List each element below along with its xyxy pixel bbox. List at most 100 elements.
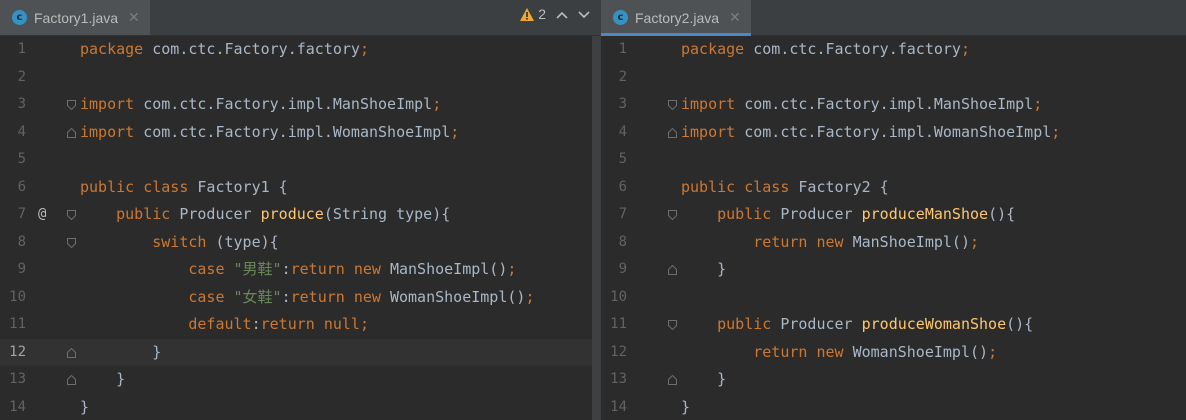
line-number[interactable]: 1: [0, 36, 26, 64]
chevron-up-icon[interactable]: [556, 6, 568, 22]
editor-tab-bar: c Factory2.java ✕: [601, 0, 1186, 36]
code-line[interactable]: 12 return new WomanShoeImpl();: [601, 339, 1186, 367]
line-number[interactable]: 7: [601, 201, 627, 229]
code-token: (){: [988, 205, 1016, 223]
line-number[interactable]: 2: [601, 64, 627, 92]
line-number[interactable]: 6: [601, 174, 627, 202]
fold-close-icon[interactable]: [67, 127, 76, 138]
line-number[interactable]: 3: [601, 91, 627, 119]
code-line[interactable]: 4 import com.ctc.Factory.impl.WomanShoeIm…: [601, 119, 1186, 147]
line-number[interactable]: 9: [601, 256, 627, 284]
chevron-down-icon[interactable]: [578, 6, 590, 22]
code-line[interactable]: 11 default:return null;: [0, 311, 600, 339]
keyword-token: return new: [290, 260, 390, 278]
code-line[interactable]: 13 }: [601, 366, 1186, 394]
code-line[interactable]: 5: [0, 146, 600, 174]
warning-indicator[interactable]: 2: [520, 6, 546, 22]
code-line[interactable]: 9 }: [601, 256, 1186, 284]
code-line[interactable]: 2: [601, 64, 1186, 92]
line-number[interactable]: 10: [0, 284, 26, 312]
fold-close-icon[interactable]: [67, 375, 76, 385]
code-token: Factory2 {: [798, 177, 889, 196]
keyword-token: import: [80, 122, 144, 141]
code-line[interactable]: 8 switch (type){: [0, 229, 600, 257]
method-name-token: produceManShoe: [861, 205, 989, 223]
code-line[interactable]: 9 case "男鞋":return new ManShoeImpl();: [0, 256, 600, 284]
code-token: :: [281, 287, 291, 306]
code-line[interactable]: 11 public Producer produceWomanShoe(){: [601, 311, 1186, 339]
code-line[interactable]: 7 @ public Producer produce(String type){: [0, 201, 600, 229]
close-icon[interactable]: ✕: [128, 10, 140, 26]
close-icon[interactable]: ✕: [729, 10, 741, 26]
keyword-token: return new: [290, 287, 390, 306]
inspection-widget[interactable]: 2: [520, 6, 590, 22]
code-line[interactable]: 3 import com.ctc.Factory.impl.ManShoeImpl…: [601, 91, 1186, 119]
line-number[interactable]: 4: [0, 119, 26, 147]
line-number[interactable]: 12: [601, 339, 627, 367]
code-line[interactable]: 4 import com.ctc.Factory.impl.WomanShoeIm…: [0, 119, 600, 147]
code-line[interactable]: 6 public class Factory1 {: [0, 174, 600, 202]
line-number[interactable]: 13: [601, 366, 627, 394]
method-name-token: produce: [260, 205, 324, 223]
fold-close-icon[interactable]: [67, 347, 76, 358]
tab-factory2[interactable]: c Factory2.java ✕: [601, 0, 751, 36]
fold-open-icon[interactable]: [67, 237, 76, 248]
code-editor[interactable]: 1 package com.ctc.Factory.factory; 2 3 impor…: [0, 36, 600, 420]
code-line[interactable]: 10 case "女鞋":return new WomanShoeImpl();: [0, 284, 600, 312]
line-number[interactable]: 3: [0, 91, 26, 119]
keyword-token: import: [80, 95, 144, 113]
code-text: public Producer produce(String type){: [80, 201, 450, 229]
line-number[interactable]: 10: [601, 284, 627, 312]
code-text: default:return null;: [80, 311, 369, 339]
line-number[interactable]: 12: [0, 339, 26, 367]
code-line[interactable]: 1 package com.ctc.Factory.factory;: [601, 36, 1186, 64]
line-number[interactable]: 9: [0, 256, 26, 284]
line-number[interactable]: 13: [0, 366, 26, 394]
line-number[interactable]: 7: [0, 201, 26, 229]
line-number[interactable]: 1: [601, 36, 627, 64]
line-number[interactable]: 6: [0, 174, 26, 202]
line-number[interactable]: 11: [601, 311, 627, 339]
java-class-icon: c: [12, 10, 27, 25]
line-number[interactable]: 14: [0, 394, 26, 420]
override-marker-icon[interactable]: @: [38, 201, 46, 229]
code-line[interactable]: 3 import com.ctc.Factory.impl.ManShoeImpl…: [0, 91, 600, 119]
code-line[interactable]: 2: [0, 64, 600, 92]
line-number[interactable]: 8: [601, 229, 627, 257]
keyword-token: return new: [753, 342, 853, 361]
code-line[interactable]: 12 }: [0, 338, 600, 367]
code-editor[interactable]: 1 package com.ctc.Factory.factory; 2 3 impor…: [601, 36, 1186, 420]
code-text: return new ManShoeImpl();: [681, 229, 979, 257]
keyword-token: public: [717, 205, 781, 223]
fold-close-icon[interactable]: [668, 127, 677, 138]
fold-open-icon[interactable]: [668, 320, 677, 330]
fold-close-icon[interactable]: [668, 265, 677, 275]
line-number[interactable]: 8: [0, 229, 26, 257]
vertical-scrollbar[interactable]: [592, 36, 600, 420]
code-text: }: [681, 394, 690, 420]
code-line[interactable]: 14}: [601, 394, 1186, 420]
line-number[interactable]: 14: [601, 394, 627, 420]
line-number[interactable]: 4: [601, 119, 627, 147]
fold-open-icon[interactable]: [668, 210, 677, 220]
code-line[interactable]: 10: [601, 284, 1186, 312]
line-number[interactable]: 5: [0, 146, 26, 174]
code-line[interactable]: 6 public class Factory2 {: [601, 174, 1186, 202]
line-number[interactable]: 11: [0, 311, 26, 339]
fold-open-icon[interactable]: [67, 100, 76, 110]
code-line[interactable]: 14}: [0, 394, 600, 420]
line-number[interactable]: 2: [0, 64, 26, 92]
code-line[interactable]: 1 package com.ctc.Factory.factory;: [0, 36, 600, 64]
fold-open-icon[interactable]: [668, 100, 677, 110]
code-line[interactable]: 7 public Producer produceManShoe(){: [601, 201, 1186, 229]
code-line[interactable]: 8 return new ManShoeImpl();: [601, 229, 1186, 257]
tab-factory1[interactable]: c Factory1.java ✕: [0, 0, 150, 35]
code-line[interactable]: 13 }: [0, 366, 600, 394]
keyword-token: public class: [80, 177, 198, 196]
fold-close-icon[interactable]: [668, 375, 677, 385]
line-number[interactable]: 5: [601, 146, 627, 174]
fold-open-icon[interactable]: [67, 210, 76, 220]
code-line[interactable]: 5: [601, 146, 1186, 174]
